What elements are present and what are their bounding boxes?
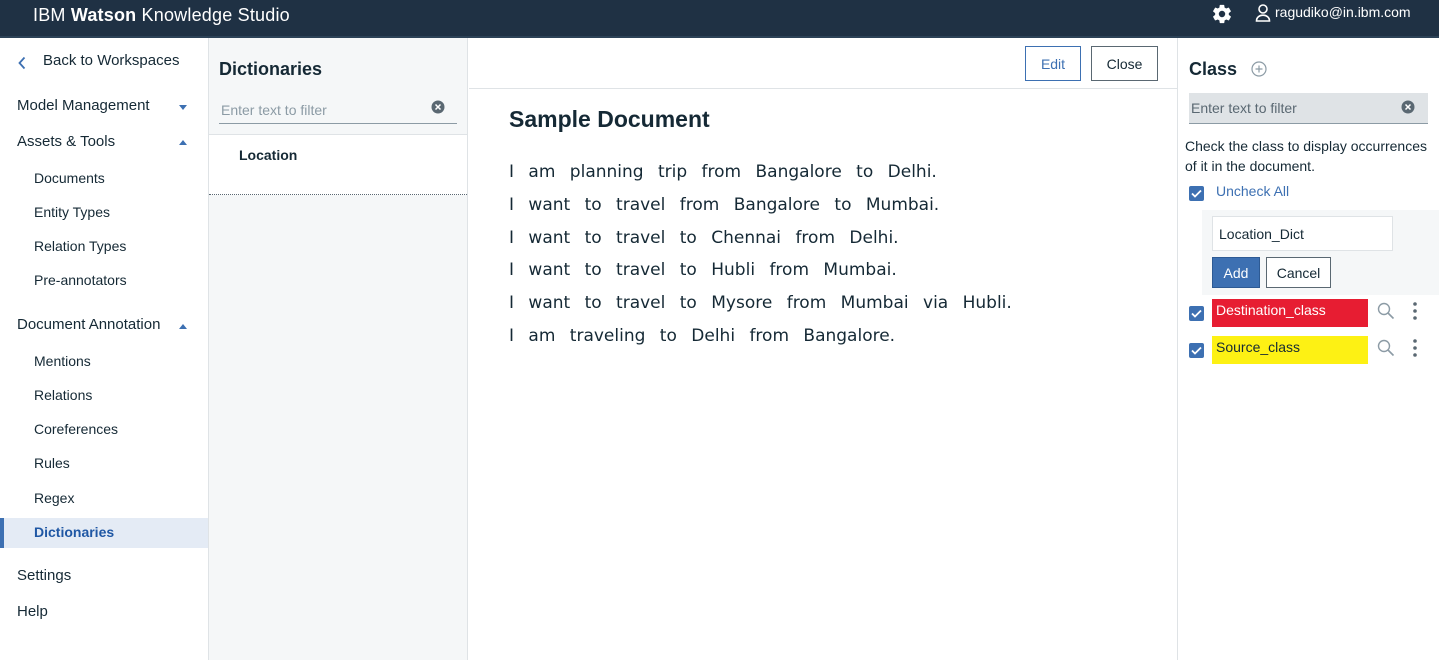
nav-settings[interactable]: Settings	[17, 567, 225, 584]
app-brand[interactable]: IBM Watson Knowledge Studio	[33, 5, 290, 26]
top-bar: IBM Watson Knowledge Studio ragudiko@in.…	[0, 0, 1439, 38]
user-icon[interactable]	[1255, 4, 1271, 22]
add-button[interactable]: Add	[1212, 257, 1260, 288]
class-help-text: Check the class to display occurrences o…	[1185, 138, 1427, 174]
class-row-destination: Destination_class	[1179, 299, 1439, 327]
dictionary-filter-input[interactable]	[219, 96, 457, 124]
add-circle-icon[interactable]	[1251, 61, 1267, 77]
add-class-form: Add Cancel	[1202, 210, 1439, 295]
caret-up-icon[interactable]	[179, 324, 187, 329]
brand-bold: Watson	[70, 5, 137, 25]
class-checkbox[interactable]	[1189, 343, 1204, 358]
class-checkbox[interactable]	[1189, 306, 1204, 321]
brand-suffix: Knowledge Studio	[141, 5, 290, 25]
nav-model-management[interactable]: Model Management	[17, 97, 225, 114]
cancel-button[interactable]: Cancel	[1266, 257, 1331, 288]
document-line[interactable]: I want to travel to Chennai from Delhi.	[509, 226, 1012, 259]
clear-filter-icon[interactable]	[1401, 100, 1415, 114]
overflow-menu-icon[interactable]	[1412, 338, 1418, 358]
dictionaries-title: Dictionaries	[219, 59, 323, 79]
clear-filter-icon[interactable]	[431, 100, 445, 114]
document-line[interactable]: I want to travel from Bangalore to Mumba…	[509, 193, 1012, 226]
document-body: I am planning trip from Bangalore to Del…	[509, 160, 1012, 357]
caret-down-icon[interactable]	[179, 105, 187, 110]
nav-document-annotation[interactable]: Document Annotation	[17, 316, 225, 333]
close-button[interactable]: Close	[1091, 46, 1158, 81]
overflow-menu-icon[interactable]	[1412, 301, 1418, 321]
class-row-source: Source_class	[1179, 336, 1439, 364]
checkmark-icon	[1191, 309, 1202, 318]
class-filter-input[interactable]	[1189, 93, 1428, 124]
edit-button[interactable]: Edit	[1025, 46, 1081, 81]
document-line[interactable]: I want to travel to Hubli from Mumbai.	[509, 258, 1012, 291]
document-title: Sample Document	[509, 106, 710, 132]
class-label-destination[interactable]: Destination_class	[1212, 299, 1368, 327]
document-line[interactable]: I want to travel to Mysore from Mumbai v…	[509, 291, 1012, 324]
checkmark-icon	[1191, 189, 1202, 198]
dictionary-item-label: Location	[239, 147, 298, 163]
dictionary-list-item[interactable]: Location	[209, 134, 467, 195]
class-title: Class	[1189, 59, 1238, 79]
document-line[interactable]: I am planning trip from Bangalore to Del…	[509, 160, 1012, 193]
user-email[interactable]: ragudiko@in.ibm.com	[1275, 4, 1411, 20]
nav-help[interactable]: Help	[17, 603, 225, 620]
search-icon[interactable]	[1377, 302, 1395, 320]
document-toolbar: Edit Close	[469, 38, 1178, 89]
brand-prefix: IBM	[33, 5, 66, 25]
class-label-source[interactable]: Source_class	[1212, 336, 1368, 364]
dictionaries-panel: Dictionaries Location	[209, 38, 468, 660]
left-navigation: Back to Workspaces Model Management Asse…	[0, 38, 209, 660]
uncheck-all-link[interactable]: Uncheck All	[1216, 183, 1289, 199]
document-panel: Edit Close Sample Document I am planning…	[469, 38, 1178, 660]
caret-up-icon[interactable]	[179, 140, 187, 145]
class-panel: Class Check the class to display occurre…	[1179, 38, 1439, 660]
gear-icon[interactable]	[1211, 3, 1233, 25]
document-line[interactable]: I am traveling to Delhi from Bangalore.	[509, 324, 1012, 357]
nav-assets-tools[interactable]: Assets & Tools	[17, 133, 225, 150]
new-class-input[interactable]	[1212, 216, 1393, 251]
checkmark-icon	[1191, 346, 1202, 355]
uncheck-all-checkbox[interactable]	[1189, 186, 1204, 201]
search-icon[interactable]	[1377, 339, 1395, 357]
chevron-left-icon[interactable]	[17, 56, 27, 70]
